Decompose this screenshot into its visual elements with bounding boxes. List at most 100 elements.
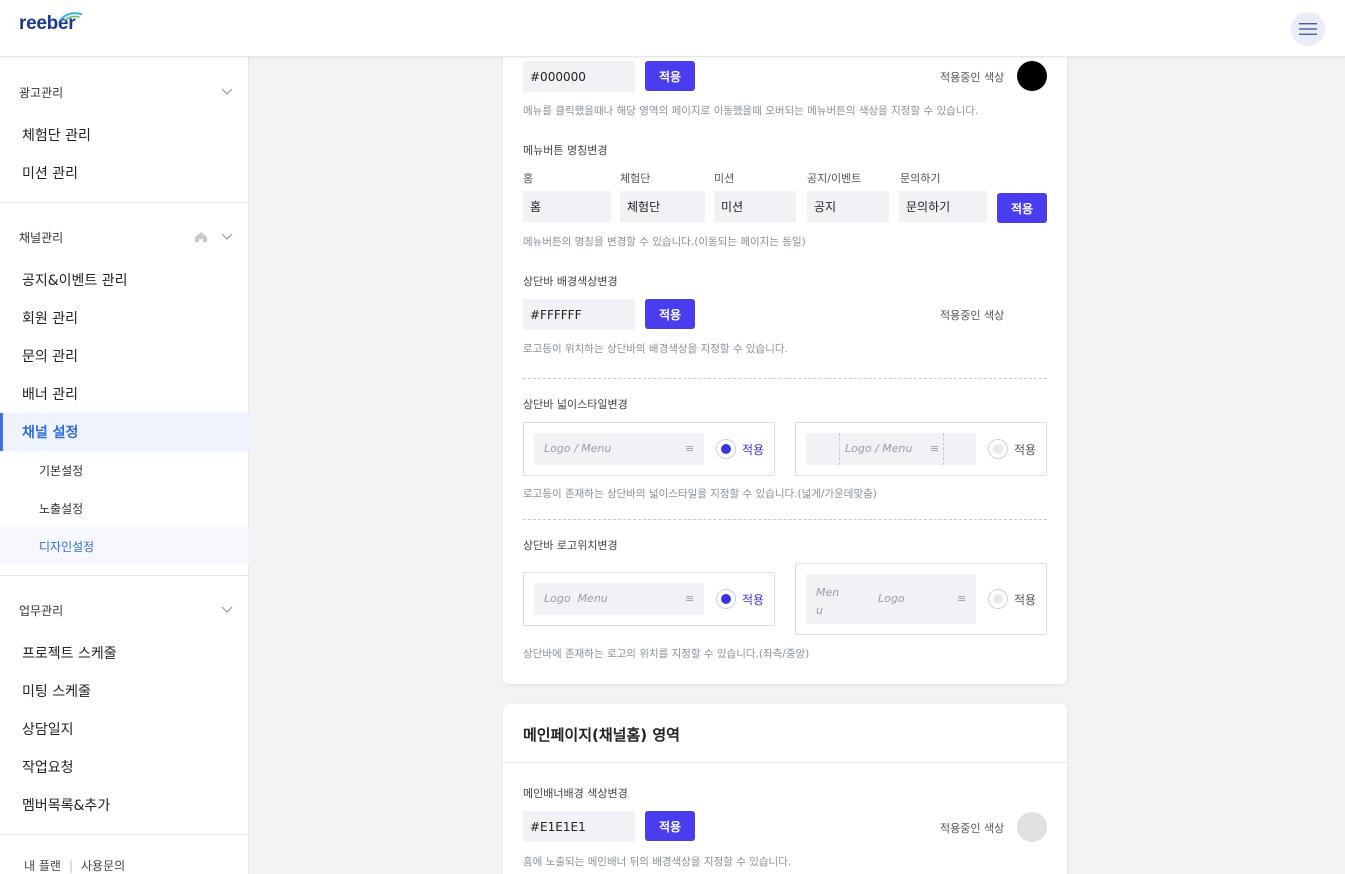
topbar-preview: Men u Logo ≡ <box>806 574 976 624</box>
chevron-down-icon <box>221 606 233 613</box>
card-divider <box>503 762 1067 763</box>
menu-experience-caption: 체험단 <box>620 172 651 185</box>
topbar-bg-desc: 로고등이 위치하는 상단바의 배경색상을 지정할 수 있습니다. <box>523 343 788 355</box>
preview-hamburger-icon: ≡ <box>930 442 940 455</box>
topbar-bg-label: 상단바 배경색상변경 <box>523 275 618 288</box>
design-settings-card: 적용 적용중인 색상 메뉴를 클릭했을때나 해당 영역의 페이지로 이동했을때 … <box>503 40 1067 684</box>
section-title: 업무관리 <box>19 604 64 618</box>
logo-swoosh-icon <box>59 12 83 21</box>
sidebar-section-ad[interactable]: 광고관리 <box>0 84 249 104</box>
sidebar-item-meeting-schedule[interactable]: 미팅 스케줄 <box>0 672 249 710</box>
top-header: reeber <box>0 0 1345 57</box>
section-title: 광고관리 <box>19 86 64 100</box>
menu-names-desc: 메뉴버튼의 명칭을 변경할 수 있습니다.(이동되는 페이지는 동일) <box>523 236 806 248</box>
chevron-down-icon <box>221 233 233 240</box>
menu-inquiry-input[interactable] <box>899 191 987 222</box>
topbar-width-option-wide[interactable]: Logo / Menu ≡ 적용 <box>523 422 775 476</box>
sidebar-divider <box>0 202 249 203</box>
current-color-label: 적용중인 색상 <box>940 822 1005 835</box>
sidebar-item-consult-log[interactable]: 상담일지 <box>0 710 249 748</box>
sidebar-footer: 내 플랜 | 사용문의 <box>24 857 125 874</box>
my-plan-link[interactable]: 내 플랜 <box>24 859 61 873</box>
radio-label: 적용 <box>742 443 765 457</box>
preview-text: Logo Menu <box>544 592 608 605</box>
preview-guide-line <box>839 433 840 465</box>
preview-guide-line <box>943 433 944 465</box>
menu-mission-caption: 미션 <box>714 172 735 185</box>
dashed-divider <box>523 519 1047 520</box>
radio-label: 적용 <box>742 593 765 607</box>
card-title: 메인페이지(채널홈) 영역 <box>523 726 680 744</box>
banner-bg-label: 메인배너배경 색상변경 <box>523 787 628 800</box>
banner-bg-desc: 홈에 노출되는 메인배너 뒤의 배경색상을 지정할 수 있습니다. <box>523 856 792 868</box>
banner-bg-input[interactable] <box>523 811 635 842</box>
sidebar-divider <box>0 834 249 835</box>
hamburger-icon <box>1299 23 1317 35</box>
sidebar-item-banner[interactable]: 배너 관리 <box>0 375 249 413</box>
chevron-down-icon <box>221 88 233 95</box>
topbar-width-desc: 로고등이 존재하는 상단바의 넓이스타일을 지정할 수 있습니다.(넓게/가운데… <box>523 488 877 500</box>
sidebar-section-work[interactable]: 업무관리 <box>0 602 249 622</box>
apply-topbar-bg-button[interactable]: 적용 <box>645 299 695 329</box>
menu-mission-input[interactable] <box>714 191 796 222</box>
menu-inquiry-caption: 문의하기 <box>900 172 941 185</box>
current-color-swatch <box>1017 299 1047 329</box>
dashed-divider <box>523 378 1047 379</box>
topbar-preview: Logo / Menu ≡ <box>534 433 704 465</box>
preview-menu-text: Men u <box>816 586 840 617</box>
home-icon[interactable] <box>194 231 208 243</box>
preview-logo-text: Logo <box>878 592 905 605</box>
sidebar-item-notice-event[interactable]: 공지&이벤트 관리 <box>0 261 249 299</box>
apply-hover-color-button[interactable]: 적용 <box>645 61 695 91</box>
apply-menu-names-button[interactable]: 적용 <box>997 193 1047 223</box>
sidebar: 광고관리 체험단 관리 미션 관리 채널관리 공지&이벤트 관리 회원 관리 문… <box>0 57 249 874</box>
reeber-logo[interactable]: reeber <box>19 12 83 39</box>
radio-label: 적용 <box>1014 593 1037 607</box>
logo-position-label: 상단바 로고위치변경 <box>523 539 618 552</box>
sidebar-item-channel-settings[interactable]: 채널 설정 <box>0 413 249 451</box>
sidebar-section-channel[interactable]: 채널관리 <box>0 229 249 249</box>
radio-button[interactable] <box>988 589 1008 609</box>
topbar-preview: Logo / Menu ≡ <box>806 433 976 465</box>
contact-link[interactable]: 사용문의 <box>81 859 125 873</box>
menu-home-input[interactable] <box>523 191 611 222</box>
logo-position-desc: 상단바에 존재하는 로고의 위치를 지정할 수 있습니다.(좌측/중앙) <box>523 648 810 660</box>
menu-notice-caption: 공지/이벤트 <box>807 172 862 185</box>
sidebar-item-work-request[interactable]: 작업요청 <box>0 748 249 786</box>
radio-button[interactable] <box>716 439 736 459</box>
sidebar-item-project-schedule[interactable]: 프로젝트 스케줄 <box>0 634 249 672</box>
sidebar-item-mission[interactable]: 미션 관리 <box>0 154 249 192</box>
sidebar-item-member-list[interactable]: 멤버목록&추가 <box>0 786 249 824</box>
topbar-width-option-centered[interactable]: Logo / Menu ≡ 적용 <box>795 422 1047 476</box>
menu-experience-input[interactable] <box>620 191 705 222</box>
apply-banner-bg-button[interactable]: 적용 <box>645 811 695 841</box>
preview-hamburger-icon: ≡ <box>957 592 967 605</box>
hover-color-input[interactable] <box>523 61 635 92</box>
radio-label: 적용 <box>1014 443 1037 457</box>
preview-hamburger-icon: ≡ <box>685 592 695 605</box>
hamburger-menu-button[interactable] <box>1291 12 1325 46</box>
preview-text: Logo / Menu <box>845 442 913 455</box>
current-color-label: 적용중인 색상 <box>940 71 1005 84</box>
menu-notice-input[interactable] <box>807 191 889 222</box>
topbar-preview: Logo Menu ≡ <box>534 583 704 615</box>
sidebar-subitem-design-settings[interactable]: 디자인설정 <box>0 527 249 565</box>
logo-position-option-center[interactable]: Men u Logo ≡ 적용 <box>795 563 1047 635</box>
sidebar-item-experience-group[interactable]: 체험단 관리 <box>0 116 249 154</box>
topbar-width-label: 상단바 넓이스타일변경 <box>523 398 628 411</box>
sidebar-item-inquiry[interactable]: 문의 관리 <box>0 337 249 375</box>
current-color-swatch <box>1017 61 1047 91</box>
sidebar-subitem-basic-settings[interactable]: 기본설정 <box>0 451 249 489</box>
sidebar-item-members[interactable]: 회원 관리 <box>0 299 249 337</box>
radio-button[interactable] <box>716 589 736 609</box>
current-color-swatch <box>1017 812 1047 842</box>
main-page-card: 메인페이지(채널홈) 영역 메인배너배경 색상변경 적용 적용중인 색상 홈에 … <box>503 704 1067 874</box>
logo-position-option-left[interactable]: Logo Menu ≡ 적용 <box>523 572 775 626</box>
menu-names-label: 메뉴버튼 명칭변경 <box>523 144 608 157</box>
radio-button[interactable] <box>988 439 1008 459</box>
topbar-bg-input[interactable] <box>523 299 635 330</box>
sidebar-subitem-display-settings[interactable]: 노출설정 <box>0 489 249 527</box>
hover-color-desc: 메뉴를 클릭했을때나 해당 영역의 페이지로 이동했을때 오버되는 메뉴버튼의 … <box>523 105 979 117</box>
section-title: 채널관리 <box>19 231 64 245</box>
separator: | <box>68 859 73 873</box>
